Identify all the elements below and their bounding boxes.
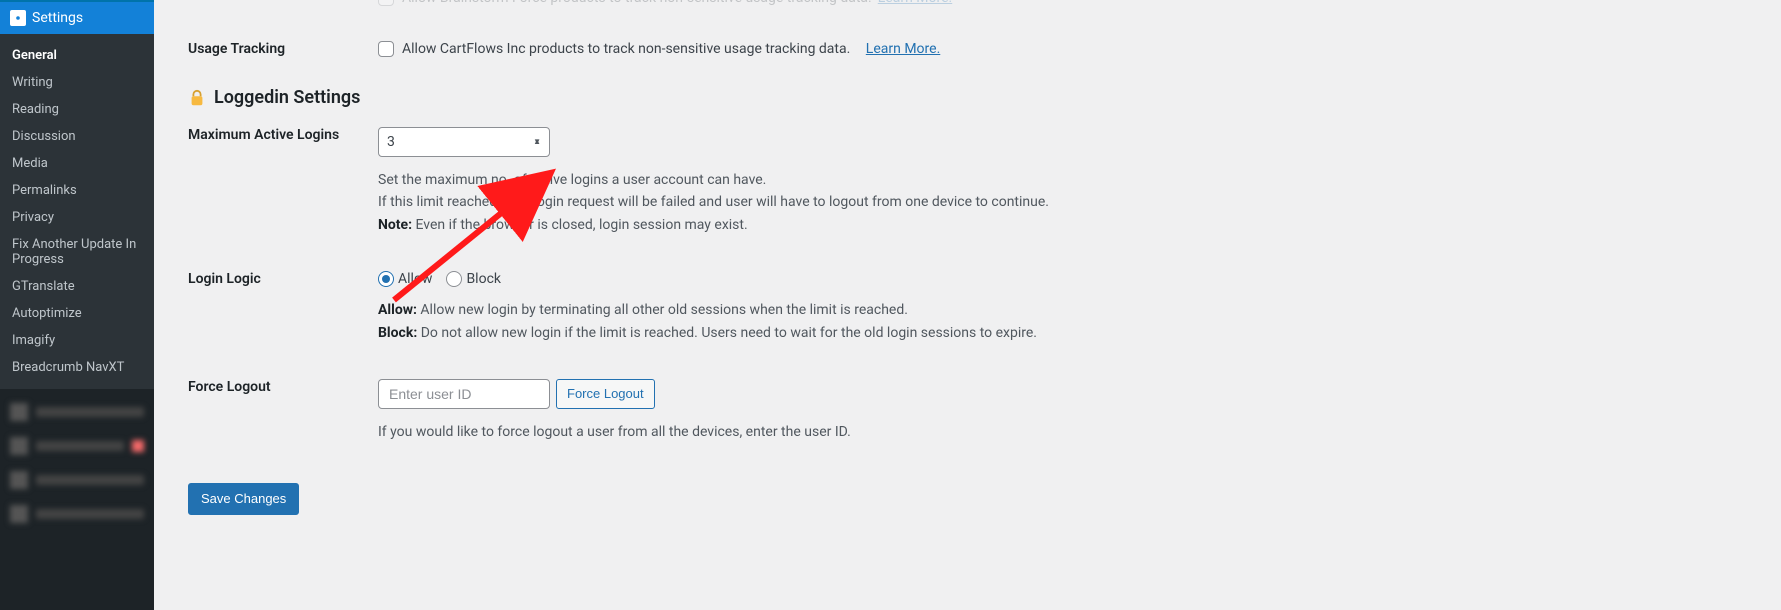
sidebar-other-items-blurred <box>0 389 154 537</box>
settings-icon <box>10 10 26 26</box>
row-login-logic: Login Logic Allow Block Allow: Allow new… <box>178 256 1761 344</box>
sidebar-header-label: Settings <box>32 10 83 26</box>
sidebar-item-imagify[interactable]: Imagify <box>0 327 154 354</box>
settings-submenu: General Writing Reading Discussion Media… <box>0 34 154 389</box>
learn-more-link[interactable]: Learn More. <box>878 0 952 6</box>
row-label: Login Logic <box>178 256 378 287</box>
max-logins-value: 3 <box>387 134 395 150</box>
usage-tracking-cartflows-checkbox[interactable] <box>378 41 394 57</box>
save-changes-button[interactable]: Save Changes <box>188 483 299 515</box>
row-usage-tracking-cartflows: Usage Tracking Allow CartFlows Inc produ… <box>178 26 1761 57</box>
sidebar-item-writing[interactable]: Writing <box>0 69 154 96</box>
lock-icon <box>188 89 206 107</box>
force-logout-button[interactable]: Force Logout <box>556 379 655 409</box>
section-loggedin-settings: Loggedin Settings <box>188 87 1761 108</box>
login-logic-block-radio[interactable] <box>446 271 462 287</box>
sidebar-header-settings[interactable]: Settings <box>0 0 154 34</box>
force-logout-userid-input[interactable] <box>378 379 550 409</box>
sidebar-item-permalinks[interactable]: Permalinks <box>0 177 154 204</box>
sidebar-item-autoptimize[interactable]: Autoptimize <box>0 300 154 327</box>
login-logic-allow-radio[interactable] <box>378 271 394 287</box>
sidebar-item-discussion[interactable]: Discussion <box>0 123 154 150</box>
sidebar-item-reading[interactable]: Reading <box>0 96 154 123</box>
login-logic-allow-label: Allow <box>398 271 432 287</box>
max-logins-input[interactable]: 3 ▲▼ <box>378 127 550 157</box>
row-label: Maximum Active Logins <box>178 112 378 143</box>
row-force-logout: Force Logout Force Logout If you would l… <box>178 364 1761 443</box>
sidebar-item-media[interactable]: Media <box>0 150 154 177</box>
allow-text: Allow new login by terminating all other… <box>417 302 908 318</box>
block-text: Do not allow new login if the limit is r… <box>417 325 1037 341</box>
login-logic-block-label: Block <box>466 271 501 287</box>
allow-label: Allow: <box>378 302 417 318</box>
max-logins-desc2: If this limit reached, next login reques… <box>378 191 1761 213</box>
learn-more-cartflows-link[interactable]: Learn More. <box>866 41 940 57</box>
block-label: Block: <box>378 325 417 341</box>
section-title: Loggedin Settings <box>214 87 360 108</box>
settings-content: Allow Brainstorm Force products to track… <box>154 0 1781 610</box>
max-logins-desc1: Set the maximum no. of active logins a u… <box>378 169 1761 191</box>
sidebar-item-general[interactable]: General <box>0 42 154 69</box>
sidebar-item-gtranslate[interactable]: GTranslate <box>0 273 154 300</box>
usage-tracking-cartflows-text: Allow CartFlows Inc products to track no… <box>402 41 850 57</box>
row-maximum-active-logins: Maximum Active Logins 3 ▲▼ Set the maxim… <box>178 112 1761 236</box>
note-label: Note: <box>378 217 412 233</box>
usage-tracking-text: Allow Brainstorm Force products to track… <box>402 0 872 6</box>
login-logic-allow-option[interactable]: Allow <box>378 271 432 287</box>
usage-tracking-checkbox[interactable] <box>378 0 394 6</box>
row-label: Force Logout <box>178 364 378 395</box>
login-logic-block-option[interactable]: Block <box>446 271 501 287</box>
sidebar-item-breadcrumb-navxt[interactable]: Breadcrumb NavXT <box>0 354 154 381</box>
force-logout-desc: If you would like to force logout a user… <box>378 421 1761 443</box>
row-usage-tracking-brainstorm: Allow Brainstorm Force products to track… <box>178 0 1761 6</box>
note-text: Even if the browser is closed, login ses… <box>412 217 748 233</box>
row-label: Usage Tracking <box>178 26 378 57</box>
row-label <box>178 0 378 5</box>
admin-sidebar: Settings General Writing Reading Discuss… <box>0 0 154 610</box>
sidebar-item-privacy[interactable]: Privacy <box>0 204 154 231</box>
sidebar-item-fix-update[interactable]: Fix Another Update In Progress <box>0 231 154 273</box>
